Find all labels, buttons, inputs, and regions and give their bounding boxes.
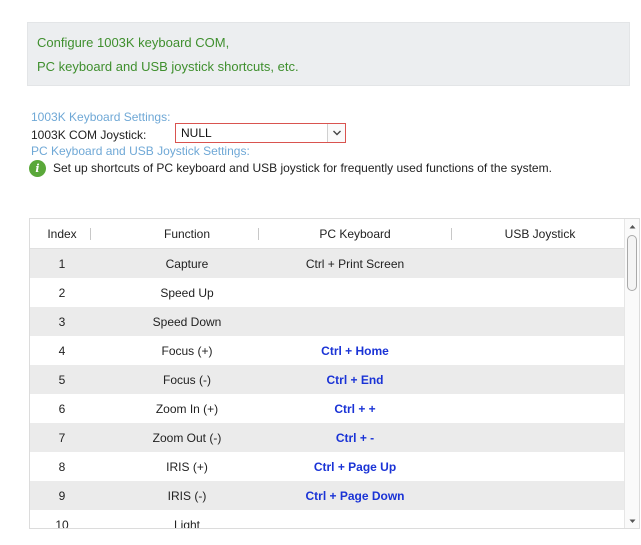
- description-panel: Configure 1003K keyboard COM, PC keyboar…: [27, 22, 630, 86]
- cell-pc-keyboard[interactable]: Ctrl + +: [270, 402, 440, 416]
- cell-index: 9: [58, 489, 66, 503]
- header-function[interactable]: Function: [122, 227, 252, 241]
- table-row[interactable]: 2 Speed Up: [30, 278, 625, 307]
- cell-index: 7: [58, 431, 66, 445]
- chevron-down-icon[interactable]: [327, 124, 345, 142]
- cell-index: 2: [58, 286, 66, 300]
- column-divider[interactable]: [258, 228, 259, 240]
- table-row[interactable]: 1 Capture Ctrl + Print Screen: [30, 249, 625, 278]
- cell-index: 8: [58, 460, 66, 474]
- header-pc-keyboard[interactable]: PC Keyboard: [270, 227, 440, 241]
- cell-function: Focus (-): [163, 373, 211, 387]
- column-divider[interactable]: [90, 228, 91, 240]
- cell-function: Capture: [165, 257, 209, 271]
- shortcut-table: Index Function PC Keyboard USB Joystick …: [29, 218, 640, 529]
- cell-index: 3: [58, 315, 66, 329]
- table-row[interactable]: 7 Zoom Out (-) Ctrl + -: [30, 423, 625, 452]
- cell-pc-keyboard[interactable]: Ctrl + -: [270, 431, 440, 445]
- cell-function: IRIS (-): [167, 489, 207, 503]
- info-icon: i: [29, 159, 46, 177]
- table-row[interactable]: 10 Light: [30, 510, 625, 529]
- cell-index: 4: [58, 344, 66, 358]
- table-row[interactable]: 8 IRIS (+) Ctrl + Page Up: [30, 452, 625, 481]
- cell-pc-keyboard[interactable]: Ctrl + Home: [270, 344, 440, 358]
- description-line-2: PC keyboard and USB joystick shortcuts, …: [37, 59, 299, 74]
- column-divider[interactable]: [451, 228, 452, 240]
- cell-pc-keyboard[interactable]: Ctrl + End: [270, 373, 440, 387]
- info-text: Set up shortcuts of PC keyboard and USB …: [53, 161, 552, 175]
- cell-index: 5: [58, 373, 66, 387]
- description-line-1: Configure 1003K keyboard COM,: [37, 35, 230, 50]
- com-joystick-value: NULL: [181, 126, 212, 140]
- cell-function: Speed Up: [160, 286, 214, 300]
- cell-index: 1: [58, 257, 66, 271]
- cell-index: 6: [58, 402, 66, 416]
- pc-settings-title: PC Keyboard and USB Joystick Settings:: [31, 144, 250, 158]
- com-joystick-label: 1003K COM Joystick:: [31, 128, 147, 142]
- vertical-scrollbar[interactable]: [624, 219, 639, 528]
- keyboard-settings-title: 1003K Keyboard Settings:: [31, 110, 171, 124]
- header-usb-joystick[interactable]: USB Joystick: [470, 227, 610, 241]
- com-joystick-select[interactable]: NULL: [175, 123, 346, 143]
- cell-function: IRIS (+): [166, 460, 208, 474]
- cell-function: Zoom Out (-): [152, 431, 222, 445]
- scrollbar-thumb[interactable]: [627, 235, 637, 291]
- cell-pc-keyboard[interactable]: Ctrl + Page Up: [270, 460, 440, 474]
- cell-pc-keyboard[interactable]: Ctrl + Page Down: [270, 489, 440, 503]
- scroll-down-arrow-icon[interactable]: [625, 514, 639, 528]
- table-row[interactable]: 3 Speed Down: [30, 307, 625, 336]
- cell-function: Zoom In (+): [155, 402, 219, 416]
- cell-function: Focus (+): [161, 344, 213, 358]
- cell-pc-keyboard[interactable]: Ctrl + Print Screen: [270, 257, 440, 271]
- cell-function: Speed Down: [152, 315, 222, 329]
- table-row[interactable]: 9 IRIS (-) Ctrl + Page Down: [30, 481, 625, 510]
- table-row[interactable]: 4 Focus (+) Ctrl + Home: [30, 336, 625, 365]
- info-row: i Set up shortcuts of PC keyboard and US…: [29, 158, 552, 178]
- header-index[interactable]: Index: [42, 227, 82, 241]
- scroll-up-arrow-icon[interactable]: [625, 219, 639, 233]
- cell-function: Light: [173, 518, 201, 529]
- cell-index: 10: [55, 518, 69, 529]
- table-row[interactable]: 6 Zoom In (+) Ctrl + +: [30, 394, 625, 423]
- table-header: Index Function PC Keyboard USB Joystick: [30, 219, 625, 249]
- table-row[interactable]: 5 Focus (-) Ctrl + End: [30, 365, 625, 394]
